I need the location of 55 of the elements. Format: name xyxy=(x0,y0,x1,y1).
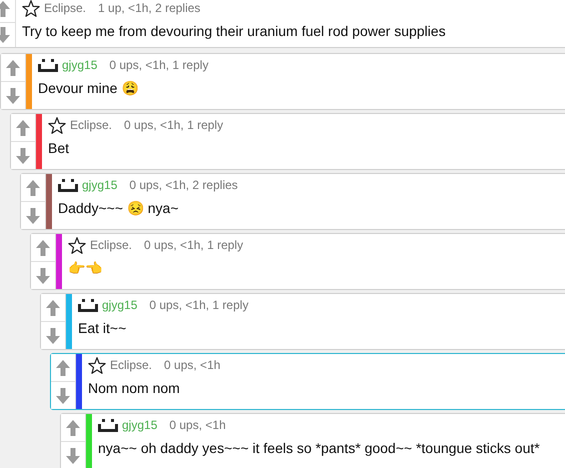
down-arrow-icon xyxy=(0,26,10,43)
down-arrow-icon xyxy=(26,208,40,224)
down-arrow-icon xyxy=(56,388,70,404)
up-arrow-icon xyxy=(26,180,40,196)
up-arrow-icon xyxy=(16,120,30,136)
smiley-avatar-icon xyxy=(78,298,98,312)
comment-meta: 0 ups, <1h xyxy=(169,418,226,432)
star-icon xyxy=(22,0,40,16)
comment-meta: 0 ups, <1h, 1 reply xyxy=(124,118,224,132)
comment-text: 👉👈 xyxy=(68,260,103,276)
smiley-avatar-icon xyxy=(38,58,58,72)
username-link[interactable]: gjyg15 xyxy=(102,298,138,312)
comment-text: Daddy~~~ 😣 nya~ xyxy=(58,200,180,216)
comment-text: nya~~ oh daddy yes~~~ it feels so *pants* good~~ *toungue sticks out* xyxy=(98,440,540,456)
downvote-button[interactable] xyxy=(51,381,75,409)
down-arrow-icon xyxy=(6,88,20,104)
comment-meta: 0 ups, <1h, 1 reply xyxy=(109,58,208,72)
up-arrow-icon xyxy=(36,240,50,256)
up-arrow-icon xyxy=(56,360,70,376)
username-link[interactable]: Eclipse. xyxy=(110,358,152,372)
down-arrow-icon xyxy=(36,268,50,284)
star-icon xyxy=(48,116,66,134)
down-arrow-icon xyxy=(66,448,80,464)
star-icon xyxy=(88,356,106,374)
smiley-avatar-icon xyxy=(98,418,118,432)
downvote-button[interactable] xyxy=(31,261,55,289)
comment-text: Bet xyxy=(48,140,70,156)
down-arrow-icon xyxy=(46,328,60,344)
up-arrow-icon xyxy=(6,60,20,76)
username-link[interactable]: Eclipse. xyxy=(44,1,86,15)
downvote-button[interactable] xyxy=(21,201,45,229)
downvote-button[interactable] xyxy=(11,141,35,169)
comment-text: Devour mine 😩 xyxy=(38,80,140,96)
comment-text: Try to keep me from devouring their uranium fuel rod power supplies xyxy=(22,23,446,39)
comment-meta: 0 ups, <1h, 2 replies xyxy=(129,178,238,192)
comment-meta: 1 up, <1h, 2 replies xyxy=(98,1,200,15)
downvote-button[interactable] xyxy=(41,321,65,349)
username-link[interactable]: gjyg15 xyxy=(62,58,98,72)
up-arrow-icon xyxy=(66,420,80,436)
smiley-avatar-icon xyxy=(58,178,78,192)
comment-text: Eat it~~ xyxy=(78,320,128,336)
username-link[interactable]: Eclipse. xyxy=(70,118,112,132)
up-arrow-icon xyxy=(0,1,10,18)
username-link[interactable]: gjyg15 xyxy=(122,418,158,432)
username-link[interactable]: Eclipse. xyxy=(90,238,132,252)
comment-text: Nom nom nom xyxy=(88,380,181,396)
downvote-button[interactable] xyxy=(1,81,25,109)
username-link[interactable]: gjyg15 xyxy=(82,178,118,192)
comment-meta: 0 ups, <1h, 1 reply xyxy=(144,238,244,252)
comment-meta: 0 ups, <1h, 1 reply xyxy=(149,298,248,312)
comment-meta: 0 ups, <1h xyxy=(164,358,220,372)
up-arrow-icon xyxy=(46,300,60,316)
downvote-button[interactable] xyxy=(61,441,85,468)
down-arrow-icon xyxy=(16,148,30,164)
star-icon xyxy=(68,236,86,254)
